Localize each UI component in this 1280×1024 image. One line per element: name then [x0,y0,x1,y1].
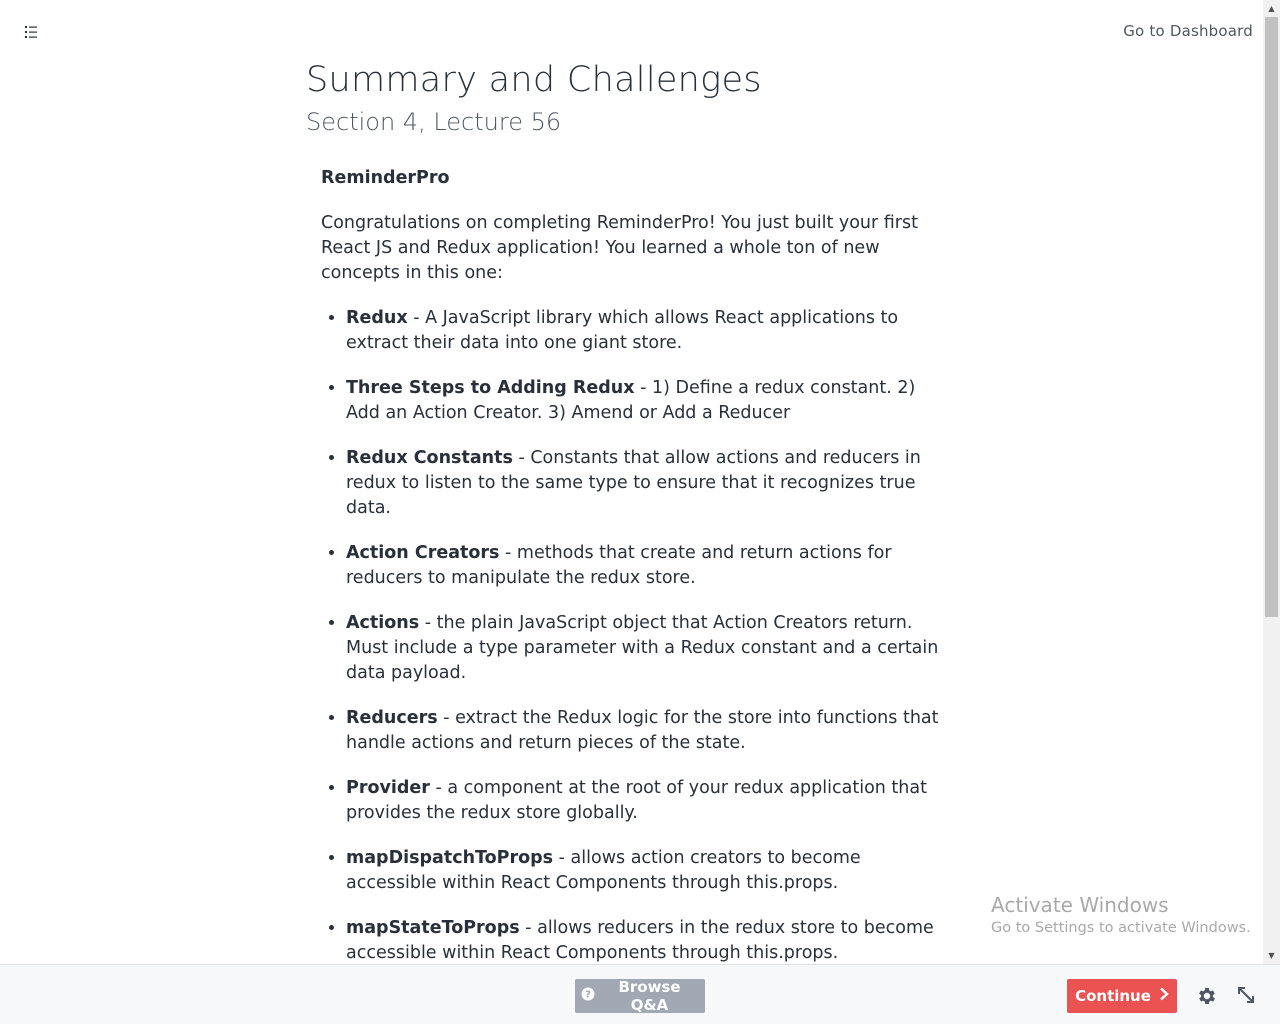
expand-icon[interactable] [1236,985,1256,1005]
list-item: Three Steps to Adding Redux - 1) Define … [346,376,943,426]
concept-description: - a component at the root of your redux … [346,778,927,823]
scroll-thumb[interactable] [1265,17,1278,617]
concept-term: mapDispatchToProps [346,848,554,868]
activate-windows-watermark: Activate Windows Go to Settings to activ… [991,893,1251,939]
lecture-subtitle: Section 4, Lecture 56 [306,108,562,136]
list-item: Redux - A JavaScript library which allow… [346,306,943,356]
lecture-footer: ? Browse Q&A Continue [0,964,1280,1024]
svg-text:?: ? [585,990,591,1001]
article-body: ReminderPro Congratulations on completin… [321,166,943,964]
concept-term: Action Creators [346,543,500,563]
scroll-down-arrow-icon[interactable]: ▼ [1263,947,1280,964]
continue-button[interactable]: Continue [1067,979,1177,1013]
watermark-title: Activate Windows [991,893,1169,917]
concept-term: Provider [346,778,430,798]
gear-icon[interactable] [1196,985,1218,1007]
lecture-viewport: Go to Dashboard Summary and Challenges S… [0,0,1263,964]
article-heading: ReminderPro [321,168,450,188]
list-item: Redux Constants - Constants that allow a… [346,446,943,521]
scroll-up-arrow-icon[interactable]: ▲ [1263,0,1280,17]
concept-description: - the plain JavaScript object that Actio… [346,613,939,683]
chevron-right-icon [1159,987,1169,1005]
concept-description: - A JavaScript library which allows Reac… [346,308,899,353]
list-item: mapStateToProps - allows reducers in the… [346,916,943,964]
continue-label: Continue [1075,987,1151,1005]
concept-list: Redux - A JavaScript library which allow… [321,306,943,964]
go-to-dashboard-link[interactable]: Go to Dashboard [1123,22,1253,40]
list-item: Action Creators - methods that create an… [346,541,943,591]
list-item: Provider - a component at the root of yo… [346,776,943,826]
concept-term: Actions [346,613,420,633]
vertical-scrollbar[interactable]: ▲ ▼ [1263,0,1280,964]
watermark-subtitle: Go to Settings to activate Windows. [991,920,1251,936]
concept-term: Redux [346,308,408,328]
list-icon[interactable] [22,22,42,42]
concept-term: mapStateToProps [346,918,520,938]
browse-qa-button[interactable]: ? Browse Q&A [575,978,705,1014]
concept-term: Three Steps to Adding Redux [346,378,635,398]
question-circle-icon: ? [581,987,595,1005]
list-item: Reducers - extract the Redux logic for t… [346,706,943,756]
article-intro: Congratulations on completing ReminderPr… [321,213,918,283]
concept-term: Redux Constants [346,448,513,468]
list-item: Actions - the plain JavaScript object th… [346,611,943,686]
concept-term: Reducers [346,708,438,728]
list-item: mapDispatchToProps - allows action creat… [346,846,943,896]
browse-qa-label: Browse Q&A [618,978,681,1014]
lecture-title: Summary and Challenges [306,60,762,100]
